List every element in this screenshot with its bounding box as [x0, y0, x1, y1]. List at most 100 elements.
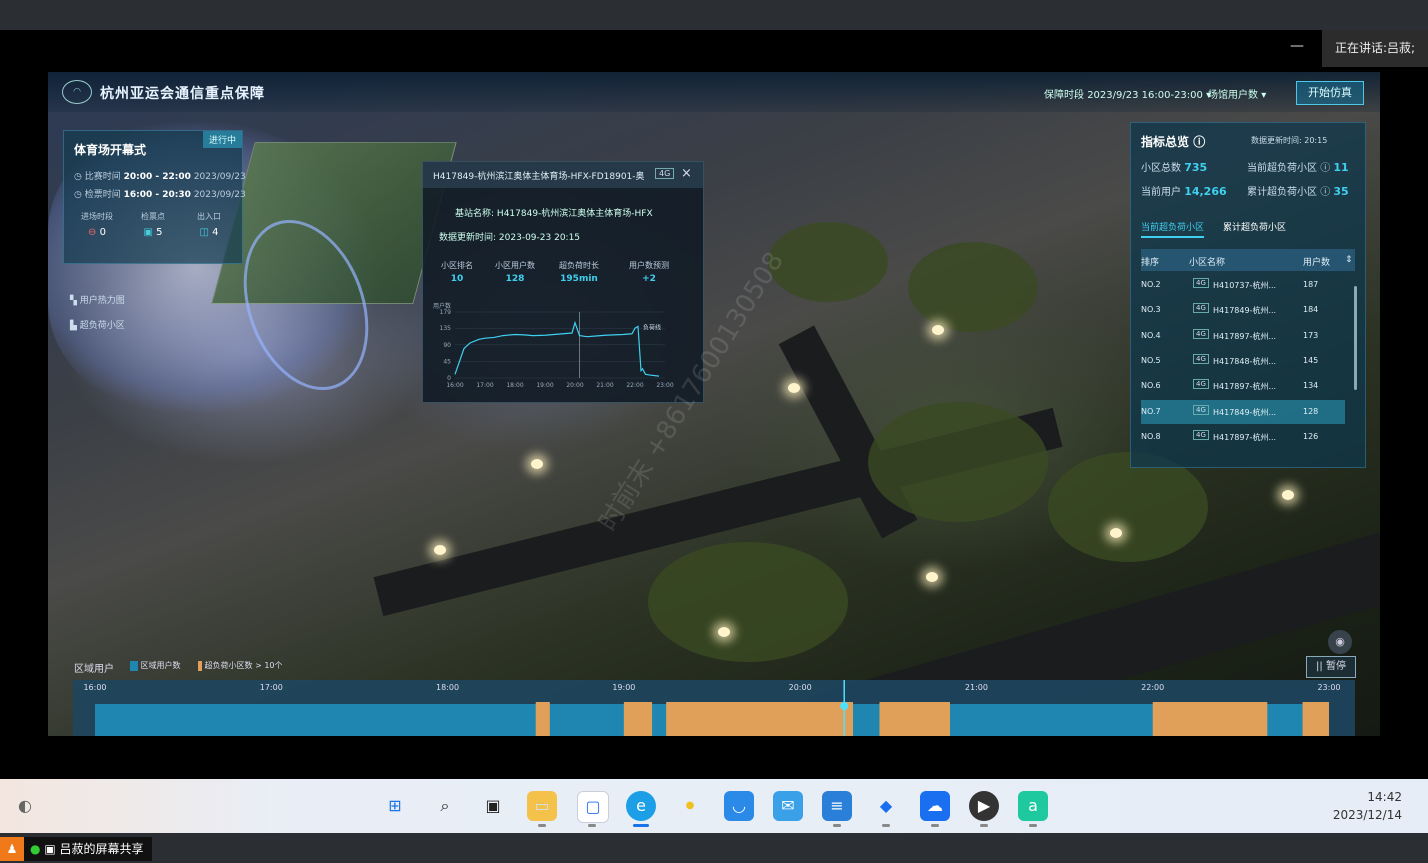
- heatmap-link-label: 用户热力图: [79, 296, 125, 306]
- media-player-icon[interactable]: ▶: [969, 791, 999, 821]
- street-lamp: [718, 627, 730, 637]
- minimize-button[interactable]: —: [1290, 38, 1304, 54]
- running-indicator: [538, 824, 546, 827]
- table-scrollbar[interactable]: [1354, 286, 1357, 390]
- tree: [868, 402, 1048, 522]
- heatmap-link[interactable]: ▚ 用户热力图: [70, 293, 125, 306]
- shopping-bag-icon[interactable]: ◡: [724, 791, 754, 821]
- series-label: 负荷线: [643, 323, 661, 331]
- row-rank: NO.5: [1141, 355, 1161, 365]
- station-row: 基站名称: H417849-杭州滨江奥体主体育场-HFX: [455, 206, 653, 219]
- sort-icon[interactable]: ⇕: [1345, 255, 1353, 265]
- table-row[interactable]: NO.4 4G H417897-杭州... 173: [1141, 324, 1345, 348]
- network-badge: 4G: [1193, 303, 1209, 314]
- table-row[interactable]: NO.5 4G H417848-杭州... 145: [1141, 349, 1345, 373]
- row-user-count: 184: [1303, 305, 1319, 315]
- search-icon[interactable]: ⌕: [430, 791, 460, 821]
- meeting-app-icon[interactable]: ▢: [577, 791, 609, 823]
- active-indicator: [633, 824, 649, 827]
- app-header: ◠ 杭州亚运会通信重点保障 保障时段 2023/9/23 16:00-23:00…: [48, 72, 1380, 112]
- taskbar-date[interactable]: 2023/12/14: [1322, 808, 1402, 822]
- notepad-icon[interactable]: ≡: [822, 791, 852, 821]
- table-row[interactable]: NO.2 4G H410737-杭州... 187: [1141, 273, 1345, 297]
- table-header: 排序 小区名称 用户数 ⇕: [1141, 249, 1355, 271]
- overview-update: 数据更新时间: 20:15: [1251, 135, 1327, 146]
- edge-browser-icon[interactable]: e: [626, 791, 656, 821]
- doc-icon: ▙: [70, 321, 77, 331]
- people-icon: ▚: [70, 296, 77, 306]
- row-user-count: 187: [1303, 280, 1319, 289]
- meeting-bottom-bar: [0, 833, 1428, 863]
- overload-link-label: 超负荷小区: [79, 321, 125, 331]
- table-row[interactable]: NO.3 4G H417849-杭州... 184: [1141, 298, 1345, 322]
- start-simulation-button[interactable]: 开始仿真: [1296, 81, 1364, 105]
- check-time-row: ◷ 检票时间 16:00 - 20:30 2023/09/23: [74, 187, 246, 200]
- eye-icon[interactable]: ◉: [1328, 630, 1352, 654]
- metric-label: 小区用户数: [495, 261, 535, 270]
- weather-icon[interactable]: ◐: [10, 791, 40, 821]
- guard-period-select[interactable]: 保障时段 2023/9/23 16:00-23:00 ▾: [1044, 86, 1211, 101]
- street-lamp: [788, 383, 800, 393]
- timeline-chart: 16:00 17:00 18:00 19:00 20:00 21:00 22:00 23:00: [83, 680, 1341, 736]
- windows-start-icon[interactable]: ⊞: [380, 791, 410, 821]
- pause-button[interactable]: || 暂停: [1306, 656, 1356, 678]
- running-indicator: [833, 824, 841, 827]
- legend-users: 区域用户数: [130, 660, 181, 671]
- metric-value: +2: [642, 274, 656, 284]
- street-lamp: [932, 325, 944, 335]
- row-cell-name: H417849-杭州...: [1213, 407, 1277, 417]
- row-cell-name: H417897-杭州...: [1213, 331, 1277, 341]
- tree: [648, 542, 848, 662]
- shared-screen: ◠ 杭州亚运会通信重点保障 保障时段 2023/9/23 16:00-23:00…: [48, 72, 1380, 736]
- table-row[interactable]: NO.6 4G H417897-杭州... 134: [1141, 374, 1345, 398]
- network-badge: 4G: [1193, 379, 1209, 390]
- speaker-name: 吕菽;: [1387, 41, 1416, 55]
- row-cell-name: H417897-杭州...: [1213, 382, 1277, 392]
- task-view-icon[interactable]: ▣: [478, 791, 508, 821]
- metric-value: 10: [450, 274, 464, 284]
- info-icon: ⓘ: [1193, 135, 1206, 149]
- gate-icon: ◫: [199, 227, 209, 238]
- x-tick-label: 17:00: [476, 382, 493, 389]
- row-rank: NO.2: [1141, 280, 1161, 289]
- x-tick-label: 19:00: [536, 382, 553, 389]
- street-lamp: [1110, 528, 1122, 538]
- guard-period-label: 保障时段: [1044, 90, 1084, 101]
- overload-segment: [1302, 702, 1329, 736]
- metric-value: 128: [505, 274, 525, 284]
- table-row[interactable]: NO.7 4G H417849-杭州... 128: [1141, 399, 1345, 424]
- speaking-label: 正在讲话:: [1334, 41, 1387, 55]
- metric-label: 用户数预测: [629, 261, 669, 270]
- update-row: 数据更新时间: 2023-09-23 20:15: [439, 230, 580, 243]
- taskbar: ◐ ⊞ ⌕ ▣ ▭ ▢ e ● ◡ ✉ ≡ ◆ ☁ ▶ a 14:42 2023…: [0, 779, 1428, 833]
- timeline-tick-label: 20:00: [789, 683, 812, 692]
- table-row[interactable]: NO.8 4G H417897-杭州... 126: [1141, 425, 1345, 449]
- event-title: 体育场开幕式: [74, 143, 147, 157]
- taskbar-time[interactable]: 14:42: [1322, 790, 1402, 804]
- mail-icon[interactable]: ✉: [773, 791, 803, 821]
- timeline-track[interactable]: 16:00 17:00 18:00 19:00 20:00 21:00 22:00 23:00: [73, 680, 1355, 736]
- file-explorer-icon[interactable]: ▭: [527, 791, 557, 821]
- close-icon[interactable]: ×: [681, 166, 692, 181]
- overload-cells-link[interactable]: ▙ 超负荷小区: [70, 318, 125, 331]
- legend-swatch-users: [130, 660, 138, 671]
- row-rank: NO.8: [1141, 431, 1161, 441]
- tab-current-overload[interactable]: 当前超负荷小区: [1141, 220, 1205, 238]
- update-value: 2023-09-23 20:15: [498, 233, 581, 243]
- overload-segment: [1152, 702, 1268, 736]
- green-app-icon[interactable]: a: [1018, 791, 1048, 821]
- dot-app-icon[interactable]: ●: [675, 791, 705, 821]
- legend-users-label: 区域用户数: [140, 661, 181, 670]
- cube-app-icon[interactable]: ◆: [871, 791, 901, 821]
- cloud-app-icon[interactable]: ☁: [920, 791, 950, 821]
- overload-segment: [535, 702, 550, 736]
- tab-cumulative-overload[interactable]: 累计超负荷小区: [1223, 220, 1286, 233]
- network-badge: 4G: [1193, 404, 1209, 415]
- cumulative-over: 累计超负荷小区 ⓘ 35: [1247, 183, 1349, 198]
- scene-select[interactable]: 场馆用户数 ▾: [1208, 86, 1266, 101]
- x-tick-label: 18:00: [506, 382, 523, 389]
- network-badge: 4G: [1193, 353, 1209, 364]
- series-line: [454, 320, 660, 377]
- asian-games-logo: ◠: [62, 80, 92, 104]
- event-stat-value: ⊖ 0: [72, 227, 122, 238]
